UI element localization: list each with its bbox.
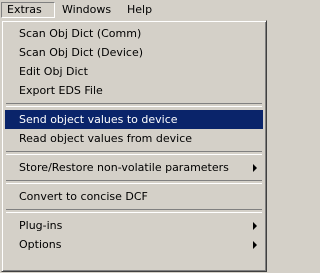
menu-item-label: Store/Restore non-volatile parameters bbox=[19, 161, 229, 174]
menu-separator bbox=[6, 151, 262, 155]
menu-item-plug-ins[interactable]: Plug-ins bbox=[5, 216, 263, 235]
menu-separator bbox=[6, 180, 262, 184]
extras-dropdown-menu: Scan Obj Dict (Comm) Scan Obj Dict (Devi… bbox=[1, 20, 267, 272]
menu-item-label: Options bbox=[19, 238, 62, 251]
menu-item-export-eds-file[interactable]: Export EDS File bbox=[5, 81, 263, 100]
menu-windows[interactable]: Windows bbox=[57, 2, 119, 18]
menu-bar: Extras Windows Help bbox=[0, 0, 269, 20]
menu-item-label: Plug-ins bbox=[19, 219, 63, 232]
menu-extras[interactable]: Extras bbox=[1, 2, 55, 18]
menu-item-store-restore-parameters[interactable]: Store/Restore non-volatile parameters bbox=[5, 158, 263, 177]
submenu-arrow-icon bbox=[253, 241, 257, 249]
menu-item-scan-obj-dict-device[interactable]: Scan Obj Dict (Device) bbox=[5, 43, 263, 62]
menu-item-options[interactable]: Options bbox=[5, 235, 263, 254]
menu-item-scan-obj-dict-comm[interactable]: Scan Obj Dict (Comm) bbox=[5, 24, 263, 43]
menu-item-convert-to-concise-dcf[interactable]: Convert to concise DCF bbox=[5, 187, 263, 206]
menu-separator bbox=[6, 103, 262, 107]
menu-item-read-object-values[interactable]: Read object values from device bbox=[5, 129, 263, 148]
menu-separator bbox=[6, 209, 262, 213]
menu-help[interactable]: Help bbox=[122, 2, 160, 18]
menu-item-edit-obj-dict[interactable]: Edit Obj Dict bbox=[5, 62, 263, 81]
submenu-arrow-icon bbox=[253, 164, 257, 172]
submenu-arrow-icon bbox=[253, 222, 257, 230]
menu-item-send-object-values[interactable]: Send object values to device bbox=[5, 110, 263, 129]
